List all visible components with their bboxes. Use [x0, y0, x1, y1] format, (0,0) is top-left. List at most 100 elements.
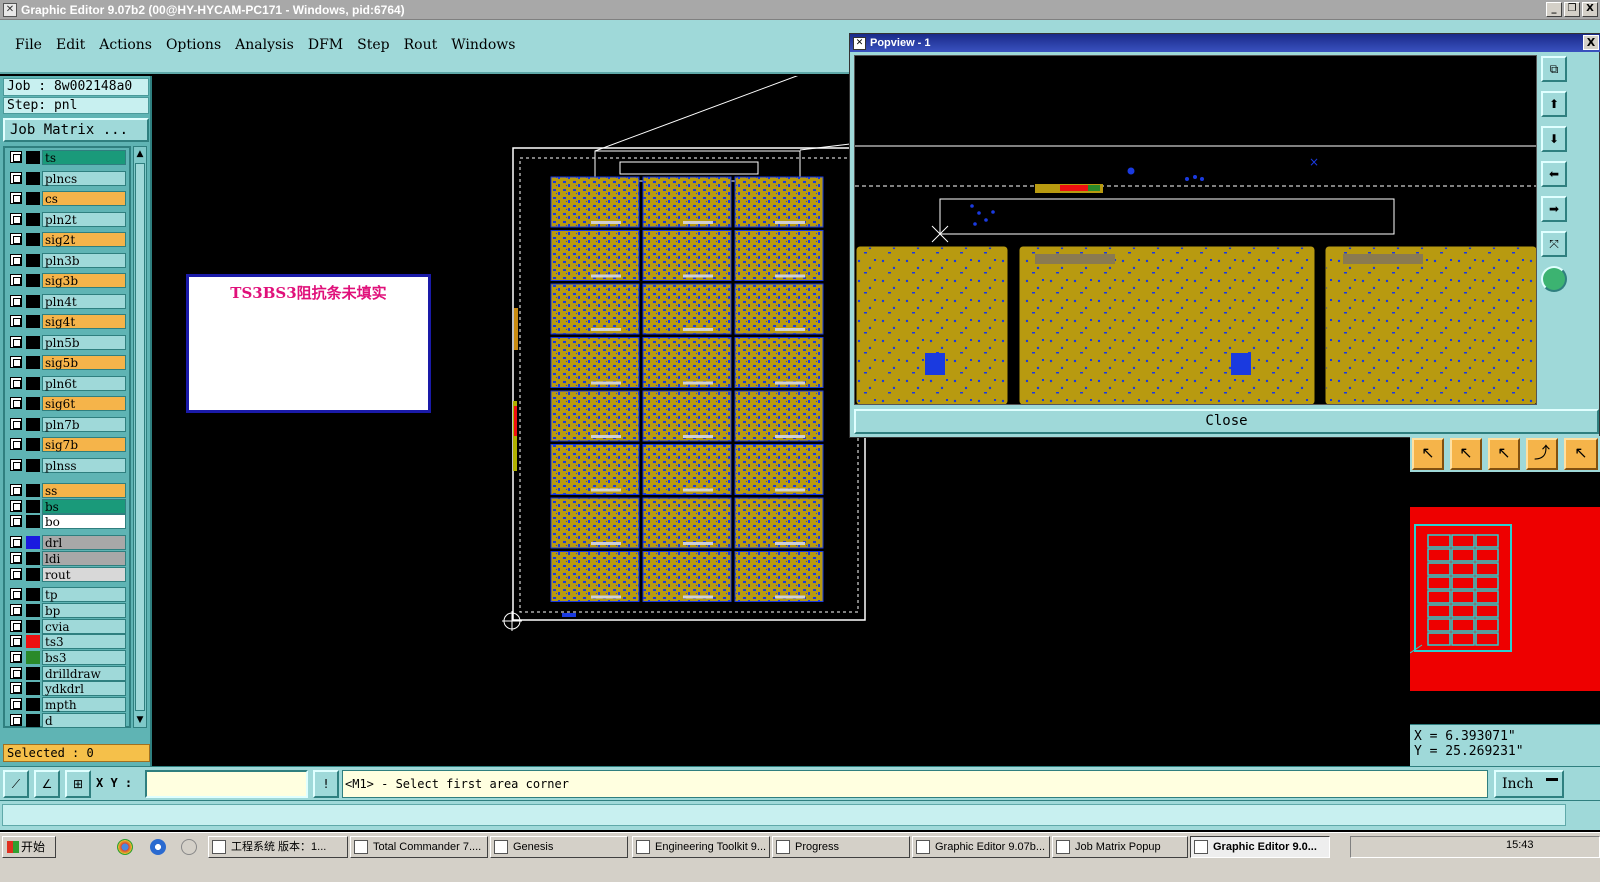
- job-matrix-button[interactable]: Job Matrix ...: [3, 118, 149, 142]
- layer-checkbox[interactable]: [10, 666, 22, 679]
- layer-color-swatch[interactable]: [26, 356, 40, 369]
- layer-color-swatch[interactable]: [26, 551, 40, 565]
- board-instance[interactable]: [734, 283, 824, 335]
- select-pointer-icon[interactable]: ↖: [1412, 438, 1444, 470]
- layer-color-swatch[interactable]: [26, 619, 40, 633]
- select-area-icon[interactable]: ↖: [1488, 438, 1520, 470]
- layer-checkbox[interactable]: [10, 588, 22, 601]
- scroll-thumb[interactable]: [135, 163, 145, 711]
- board-instance[interactable]: [550, 337, 640, 388]
- layer-checkbox[interactable]: [10, 315, 22, 327]
- menu-edit[interactable]: Edit: [49, 37, 92, 53]
- layer-color-swatch[interactable]: [26, 713, 40, 727]
- layer-checkbox[interactable]: [10, 713, 22, 726]
- layer-row-sig2t[interactable]: sig2t: [7, 232, 127, 247]
- layer-color-swatch[interactable]: [26, 171, 40, 185]
- board-instance[interactable]: [734, 551, 824, 602]
- taskbar-item[interactable]: Engineering Toolkit 9...: [632, 836, 770, 858]
- layer-color-swatch[interactable]: [26, 233, 40, 246]
- menu-file[interactable]: File: [8, 37, 49, 53]
- board-instance[interactable]: [734, 497, 824, 549]
- layer-color-swatch[interactable]: [26, 376, 40, 390]
- layer-row-ydkdrl[interactable]: ydkdrl: [7, 681, 127, 697]
- taskbar-item[interactable]: Genesis: [490, 836, 628, 858]
- menu-windows[interactable]: Windows: [444, 37, 522, 53]
- taskbar-item[interactable]: Graphic Editor 9.07b...: [912, 836, 1050, 858]
- layer-checkbox[interactable]: [10, 698, 22, 711]
- layer-color-swatch[interactable]: [26, 567, 40, 581]
- layer-checkbox[interactable]: [10, 567, 22, 580]
- layer-row-sig3b[interactable]: sig3b: [7, 273, 127, 288]
- menu-actions[interactable]: Actions: [92, 37, 159, 53]
- layer-row-ts3[interactable]: ts3: [7, 634, 127, 650]
- taskbar-item[interactable]: Graphic Editor 9.0...: [1190, 836, 1330, 858]
- board-instance[interactable]: [642, 390, 732, 442]
- layer-color-swatch[interactable]: [26, 698, 40, 712]
- layer-row-sig4t[interactable]: sig4t: [7, 314, 127, 329]
- board-instance[interactable]: [642, 551, 732, 602]
- zoom-fit-icon[interactable]: ⤧: [1541, 231, 1567, 257]
- layer-color-swatch[interactable]: [26, 315, 40, 328]
- layer-checkbox[interactable]: [10, 484, 22, 496]
- layer-checkbox[interactable]: [10, 438, 22, 450]
- board-instance[interactable]: [642, 283, 732, 335]
- layer-color-swatch[interactable]: [26, 666, 40, 680]
- layer-row-cvia[interactable]: cvia: [7, 618, 127, 634]
- grid-icon[interactable]: ⊞: [65, 770, 91, 798]
- layer-row-pln7b[interactable]: pln7b: [7, 416, 127, 432]
- layer-checkbox[interactable]: [10, 294, 22, 307]
- layer-row-sig5b[interactable]: sig5b: [7, 355, 127, 370]
- layer-row-pln3b[interactable]: pln3b: [7, 252, 127, 268]
- layer-checkbox[interactable]: [10, 551, 22, 564]
- layer-row-sig6t[interactable]: sig6t: [7, 396, 127, 411]
- layer-color-swatch[interactable]: [26, 274, 40, 287]
- layer-row-drl[interactable]: drl: [7, 535, 127, 551]
- layer-row-cs[interactable]: cs: [7, 191, 127, 206]
- layer-checkbox[interactable]: [10, 417, 22, 430]
- popview-canvas[interactable]: ×: [854, 55, 1537, 405]
- layer-row-pln5b[interactable]: pln5b: [7, 334, 127, 350]
- taskbar-item[interactable]: Total Commander 7....: [350, 836, 488, 858]
- layer-checkbox[interactable]: [10, 635, 22, 648]
- quicklaunch-icon[interactable]: [181, 839, 197, 855]
- pan-left-icon[interactable]: ⬅: [1541, 161, 1567, 187]
- layer-row-ts[interactable]: ts: [7, 150, 127, 165]
- layer-checkbox[interactable]: [10, 335, 22, 348]
- board-instance[interactable]: [642, 444, 732, 495]
- layer-row-drilldraw[interactable]: drilldraw: [7, 665, 127, 681]
- layer-row-ss[interactable]: ss: [7, 483, 127, 498]
- popview-title-bar[interactable]: ✕ Popview - 1: [850, 34, 1600, 52]
- layer-checkbox[interactable]: [10, 397, 22, 409]
- snap-icon[interactable]: ⟋: [3, 770, 29, 798]
- board-instance[interactable]: [550, 230, 640, 281]
- layer-list-scrollbar[interactable]: ▲ ▼: [133, 146, 147, 728]
- zoom-window-icon[interactable]: ⧉: [1541, 56, 1567, 82]
- zoom-level-icon[interactable]: [1541, 266, 1567, 292]
- pan-right-icon[interactable]: ➡: [1541, 196, 1567, 222]
- board-instance[interactable]: [734, 230, 824, 281]
- layer-color-swatch[interactable]: [26, 484, 40, 497]
- layer-row-plnss[interactable]: plnss: [7, 457, 127, 473]
- layer-row-rout[interactable]: rout: [7, 566, 127, 582]
- board-instance[interactable]: [550, 551, 640, 602]
- layer-color-swatch[interactable]: [26, 682, 40, 696]
- layer-row-tp[interactable]: tp: [7, 587, 127, 603]
- xy-input[interactable]: [145, 770, 308, 798]
- layer-checkbox[interactable]: [10, 274, 22, 286]
- menu-step[interactable]: Step: [350, 37, 396, 53]
- board-instance[interactable]: [550, 176, 640, 228]
- layer-color-swatch[interactable]: [26, 151, 40, 164]
- layer-color-swatch[interactable]: [26, 651, 40, 664]
- layer-row-pln2t[interactable]: pln2t: [7, 211, 127, 227]
- board-instance[interactable]: [734, 176, 824, 228]
- taskbar-item[interactable]: 工程系统 版本：1...: [208, 836, 348, 858]
- start-button[interactable]: 开始: [2, 836, 56, 858]
- minimize-button[interactable]: _: [1546, 2, 1562, 17]
- layer-color-swatch[interactable]: [26, 635, 40, 649]
- layer-color-swatch[interactable]: [26, 515, 40, 529]
- unit-selector[interactable]: Inch: [1494, 770, 1564, 798]
- layer-color-swatch[interactable]: [26, 603, 40, 617]
- pan-down-icon[interactable]: ⬇: [1541, 126, 1567, 152]
- layer-checkbox[interactable]: [10, 212, 22, 225]
- layer-checkbox[interactable]: [10, 356, 22, 368]
